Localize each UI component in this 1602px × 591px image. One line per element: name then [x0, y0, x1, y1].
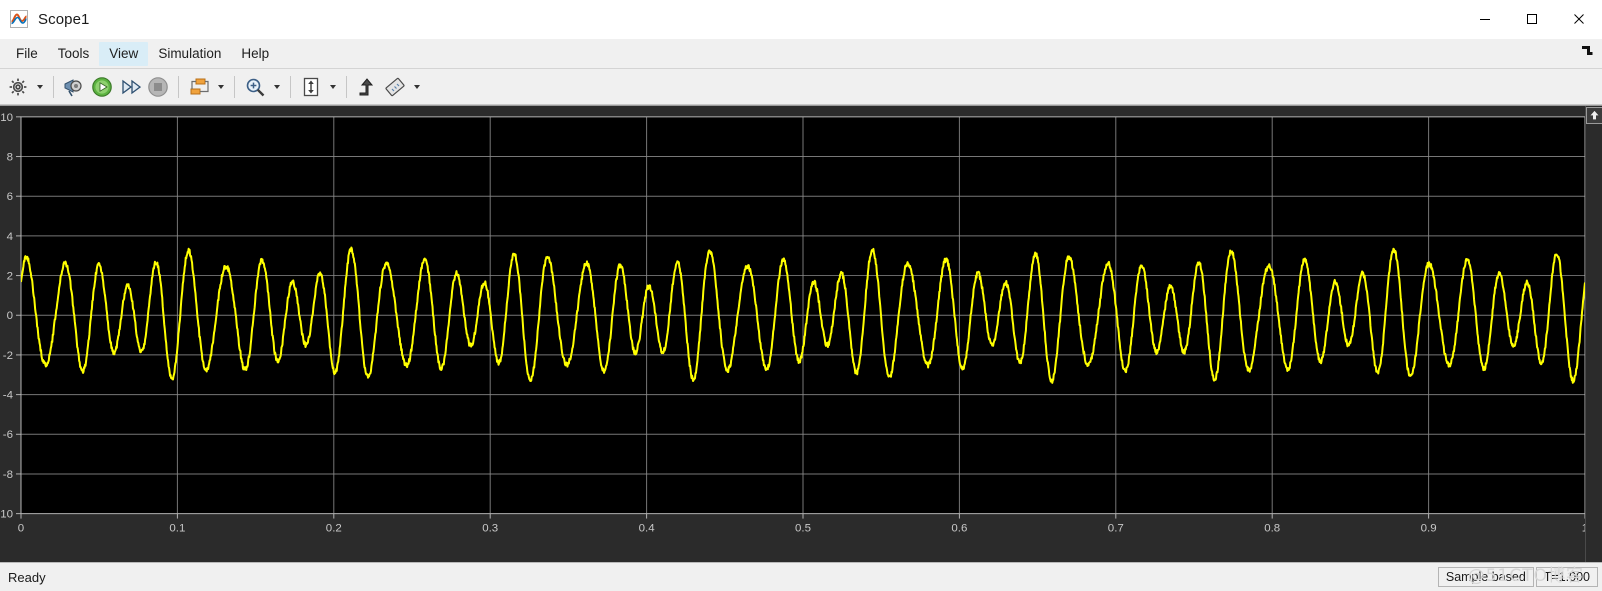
scope-window: Scope1 File Tools View Simulation Help 1… — [0, 0, 1602, 591]
window-controls — [1461, 0, 1602, 38]
configuration-properties-dropdown[interactable] — [32, 73, 47, 101]
svg-text:-10: -10 — [0, 509, 13, 521]
minimize-button[interactable] — [1461, 0, 1508, 38]
scope-right-rail[interactable] — [1585, 106, 1602, 562]
svg-text:0.8: 0.8 — [1264, 522, 1280, 534]
svg-text:10: 10 — [0, 112, 13, 124]
menu-item-help[interactable]: Help — [231, 42, 279, 66]
window-title: Scope1 — [38, 10, 90, 28]
dock-pin-icon[interactable] — [1586, 107, 1602, 124]
status-bar: Ready @51CTO博客 Sample based T=1.000 — [0, 562, 1602, 591]
simulation-time-cell: T=1.000 — [1535, 567, 1598, 587]
svg-text:0: 0 — [7, 310, 13, 322]
stop-button[interactable] — [144, 73, 172, 101]
menu-bar: File Tools View Simulation Help — [0, 39, 1602, 69]
svg-text:0.3: 0.3 — [482, 522, 498, 534]
toolbar-separator — [234, 75, 235, 98]
menu-item-view[interactable]: View — [99, 41, 149, 66]
svg-text:0: 0 — [18, 522, 24, 534]
close-button[interactable] — [1555, 0, 1602, 38]
zoom-dropdown[interactable] — [269, 73, 284, 101]
svg-text:-4: -4 — [3, 390, 14, 402]
sample-mode-cell: Sample based — [1437, 567, 1534, 587]
svg-text:0.5: 0.5 — [795, 522, 811, 534]
menu-item-file[interactable]: File — [6, 42, 48, 66]
svg-text:-2: -2 — [3, 350, 13, 362]
zoom-button[interactable] — [241, 73, 269, 101]
svg-text:0.1: 0.1 — [169, 522, 185, 534]
print-button[interactable] — [60, 73, 88, 101]
status-cells: Sample based T=1.000 — [1436, 567, 1598, 587]
matlab-scope-icon — [10, 10, 28, 28]
signal-selector-button[interactable] — [353, 73, 381, 101]
svg-text:0.9: 0.9 — [1421, 522, 1437, 534]
toolbar-separator — [290, 75, 291, 98]
step-forward-button[interactable] — [116, 73, 144, 101]
svg-text:0.7: 0.7 — [1108, 522, 1124, 534]
svg-text:-8: -8 — [3, 469, 13, 481]
run-button[interactable] — [88, 73, 116, 101]
signal-plot: -10 -8 -6 -4 -2 0 2 4 6 8 10 0 0.1 0.2 0.3 0.4 0.5 0.6 0.7… — [0, 106, 1602, 562]
layout-dropdown[interactable] — [213, 73, 228, 101]
maximize-button[interactable] — [1508, 0, 1555, 38]
overflow-arrow-icon[interactable] — [1580, 43, 1594, 57]
toolbar-separator — [178, 75, 179, 98]
menu-item-tools[interactable]: Tools — [48, 42, 100, 66]
layout-button[interactable] — [185, 73, 213, 101]
toolbar-separator — [53, 75, 54, 98]
svg-text:0.6: 0.6 — [951, 522, 967, 534]
title-bar: Scope1 — [0, 0, 1602, 39]
configuration-properties-button[interactable] — [4, 73, 32, 101]
toolbar-separator — [346, 75, 347, 98]
svg-text:0.4: 0.4 — [639, 522, 656, 534]
svg-text:6: 6 — [7, 191, 13, 203]
scope-plot-area[interactable]: -10 -8 -6 -4 -2 0 2 4 6 8 10 0 0.1 0.2 0.3 0.4 0.5 0.6 0.7… — [0, 105, 1602, 562]
menu-item-simulation[interactable]: Simulation — [148, 42, 231, 66]
measurements-dropdown[interactable] — [409, 73, 424, 101]
measurements-button[interactable] — [381, 73, 409, 101]
toolbar — [0, 69, 1602, 105]
autoscale-button[interactable] — [297, 73, 325, 101]
svg-text:4: 4 — [7, 231, 14, 243]
svg-text:8: 8 — [7, 152, 13, 164]
autoscale-dropdown[interactable] — [325, 73, 340, 101]
svg-text:-6: -6 — [3, 429, 13, 441]
svg-text:2: 2 — [7, 271, 13, 283]
status-text: Ready — [8, 569, 46, 585]
svg-text:0.2: 0.2 — [326, 522, 342, 534]
